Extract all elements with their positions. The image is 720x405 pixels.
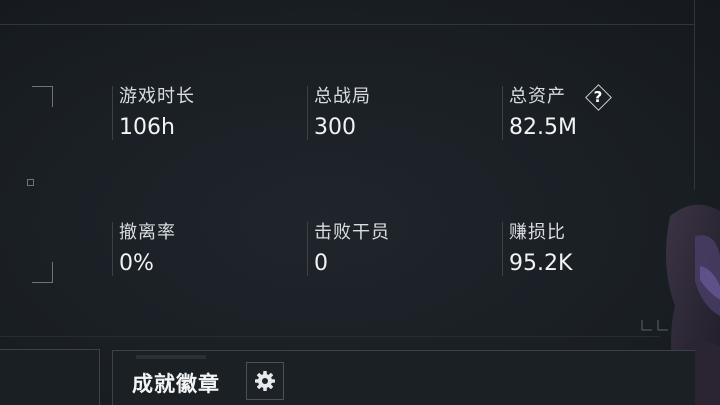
bracket-center-marker [27,179,34,186]
stat-value: 0 [314,251,328,276]
stats-panel-bottom-divider [0,336,660,337]
stat-value: 106h [119,115,175,140]
stat-operators-defeated: 击败干员 0 [307,222,390,276]
corner-decoration [641,320,668,331]
stat-label: 击败干员 [314,222,390,243]
stat-label: 总资产 [509,86,566,107]
stat-total-matches: 总战局 300 [307,86,371,140]
stat-value: 300 [314,115,356,140]
stat-label: 游戏时长 [119,86,195,107]
stat-total-assets: 总资产 82.5M [502,86,577,140]
stat-value: 0% [119,251,154,276]
player-profile-screen: 游戏时长 106h 总战局 300 总资产 82.5M ? 撤离率 0% 击败干… [0,0,720,405]
stat-label: 赚损比 [509,222,566,243]
stat-extraction-rate: 撤离率 0% [112,222,176,276]
bracket-bottom-decoration [32,262,53,283]
bracket-top-decoration [32,86,53,107]
stat-value: 95.2K [509,251,573,276]
stat-play-time: 游戏时长 106h [112,86,195,140]
achievement-settings-button[interactable] [246,362,284,400]
top-divider [0,24,694,25]
total-assets-help-button[interactable]: ? [585,84,612,111]
question-icon: ? [593,88,603,106]
panel-tab-decoration [136,355,206,359]
stat-label: 总战局 [314,86,371,107]
stat-label: 撤离率 [119,222,176,243]
achievement-title: 成就徽章 [132,372,220,396]
stat-profit-loss-ratio: 赚损比 95.2K [502,222,572,276]
gear-icon [255,371,275,391]
stat-value: 82.5M [509,115,577,140]
bottom-left-panel[interactable] [0,349,100,405]
panel-right-border [694,0,695,190]
